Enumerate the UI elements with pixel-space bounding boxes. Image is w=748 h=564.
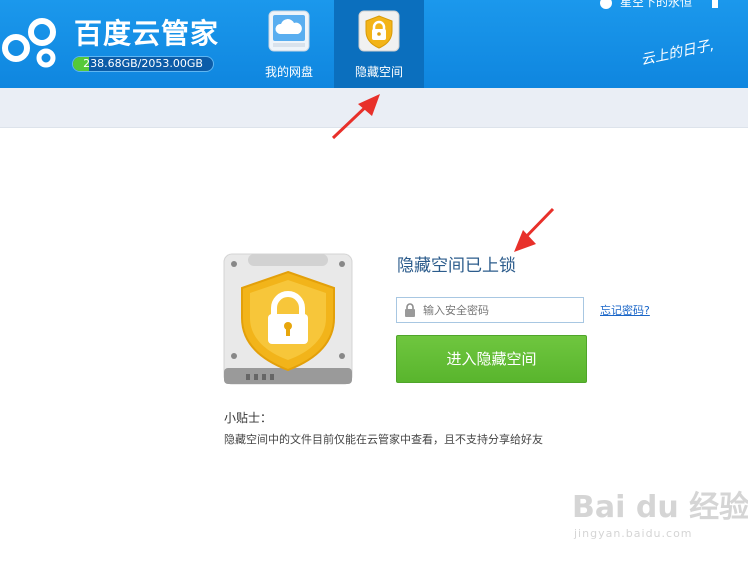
password-input[interactable] [423, 301, 573, 319]
annotation-arrow-icon [514, 207, 555, 252]
user-avatar-icon [600, 0, 612, 9]
tab-hidden-space-label: 隐藏空间 [354, 65, 403, 79]
app-title: 百度云管家 [74, 17, 220, 50]
password-field[interactable] [396, 297, 584, 323]
lock-shield-icon [358, 10, 400, 52]
slogan: 云上的日子, [639, 37, 716, 69]
watermark-brand: Bai du 经验 [572, 490, 748, 525]
watermark-site: jingyan.baidu.com [574, 527, 693, 540]
tab-my-netdisk[interactable]: 我的网盘 [244, 0, 334, 88]
locked-status-title: 隐藏空间已上锁 [397, 256, 516, 276]
cloud-drive-icon [268, 10, 310, 52]
storage-quota-text: 238.68GB/2053.00GB [83, 57, 203, 70]
baidu-jingyan-watermark: Bai du 经验 jingyan.baidu.com [572, 482, 748, 540]
storage-quota-bar: 238.68GB/2053.00GB [72, 56, 214, 72]
user-menu[interactable]: 星空下的永恒 [600, 0, 718, 10]
tip-text: 隐藏空间中的文件目前仅能在云管家中查看，且不支持分享给好友 [224, 433, 543, 446]
tab-hidden-space[interactable]: 隐藏空间 [334, 0, 424, 88]
header-bar: 百度云管家 238.68GB/2053.00GB 我的网盘 隐藏空间 星空下的永… [0, 0, 748, 88]
forgot-password-link[interactable]: 忘记密码? [600, 302, 650, 318]
username: 星空下的永恒 [620, 0, 693, 9]
lock-icon [405, 303, 415, 317]
baidu-cloud-logo-icon [2, 18, 56, 68]
vault-lock-illustration-icon [223, 253, 353, 385]
tab-my-netdisk-label: 我的网盘 [264, 65, 313, 79]
enter-hidden-space-button[interactable]: 进入隐藏空间 [396, 335, 587, 383]
notification-icon[interactable] [711, 0, 718, 8]
tip-title: 小贴士： [224, 411, 273, 425]
annotation-arrow-icon [331, 94, 380, 140]
